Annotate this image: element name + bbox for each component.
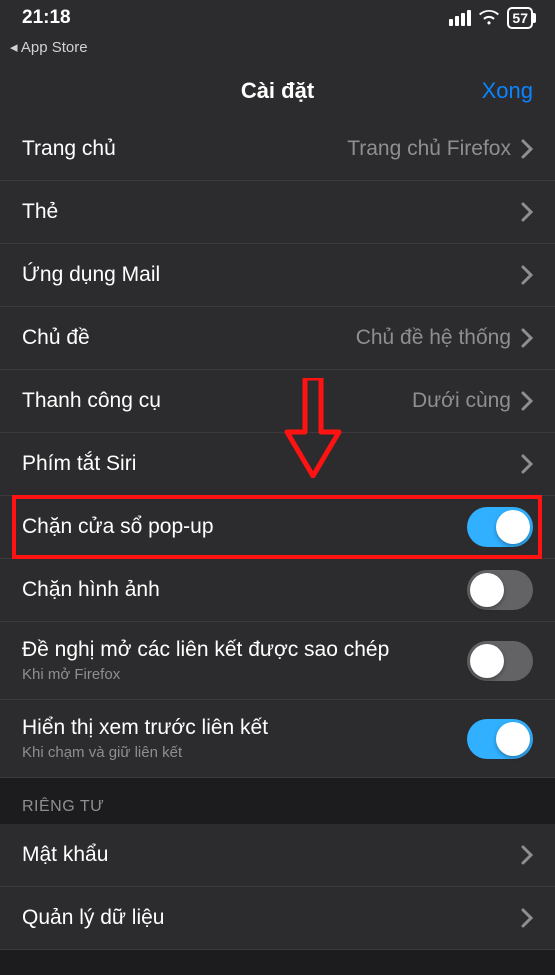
row-label: Hiển thị xem trước liên kết <box>22 716 268 740</box>
row-value: Dưới cùng <box>412 389 511 413</box>
chevron-right-icon <box>521 454 533 474</box>
row-label: Chặn cửa sổ pop-up <box>22 515 214 539</box>
row-passwords[interactable]: Mật khẩu <box>0 824 555 887</box>
status-time: 21:18 <box>22 7 71 29</box>
row-value: Chủ đề hệ thống <box>356 326 511 350</box>
status-indicators: 57 <box>449 7 533 29</box>
row-label: Mật khẩu <box>22 843 108 867</box>
chevron-right-icon <box>521 391 533 411</box>
toggle-link-preview[interactable] <box>467 719 533 759</box>
row-label: Thẻ <box>22 200 58 224</box>
battery-icon: 57 <box>507 7 533 29</box>
chevron-right-icon <box>521 202 533 222</box>
page-title: Cài đặt <box>241 78 314 104</box>
row-label: Chủ đề <box>22 326 90 350</box>
row-data-management[interactable]: Quản lý dữ liệu <box>0 887 555 950</box>
row-tabs[interactable]: Thẻ <box>0 181 555 244</box>
toggle-block-popups[interactable] <box>467 507 533 547</box>
row-sublabel: Khi chạm và giữ liên kết <box>22 744 268 761</box>
row-sublabel: Khi mở Firefox <box>22 666 389 683</box>
row-label: Chặn hình ảnh <box>22 578 160 602</box>
row-label: Quản lý dữ liệu <box>22 906 164 930</box>
row-label: Thanh công cụ <box>22 389 161 413</box>
toggle-open-copied-links[interactable] <box>467 641 533 681</box>
chevron-right-icon <box>521 265 533 285</box>
status-bar: 21:18 57 <box>0 0 555 36</box>
row-open-copied-links: Đề nghị mở các liên kết được sao chép Kh… <box>0 622 555 700</box>
row-theme[interactable]: Chủ đề Chủ đề hệ thống <box>0 307 555 370</box>
row-mail-app[interactable]: Ứng dụng Mail <box>0 244 555 307</box>
row-label: Ứng dụng Mail <box>22 263 160 287</box>
settings-list: Trang chủ Trang chủ Firefox Thẻ Ứng dụng… <box>0 118 555 950</box>
row-block-popups: Chặn cửa sổ pop-up <box>0 496 555 559</box>
done-button[interactable]: Xong <box>482 78 533 104</box>
row-homepage[interactable]: Trang chủ Trang chủ Firefox <box>0 118 555 181</box>
row-block-images: Chặn hình ảnh <box>0 559 555 622</box>
row-value: Trang chủ Firefox <box>347 137 511 161</box>
row-siri-shortcuts[interactable]: Phím tắt Siri <box>0 433 555 496</box>
row-label: Đề nghị mở các liên kết được sao chép <box>22 638 389 662</box>
section-header-privacy: RIÊNG TƯ <box>0 778 555 824</box>
row-toolbar[interactable]: Thanh công cụ Dưới cùng <box>0 370 555 433</box>
chevron-right-icon <box>521 139 533 159</box>
chevron-right-icon <box>521 845 533 865</box>
back-to-app-link[interactable]: ◂ App Store <box>0 36 555 64</box>
cellular-icon <box>449 10 471 26</box>
row-label: Trang chủ <box>22 137 116 161</box>
navigation-header: Cài đặt Xong <box>0 64 555 118</box>
chevron-right-icon <box>521 328 533 348</box>
wifi-icon <box>479 10 499 26</box>
row-link-preview: Hiển thị xem trước liên kết Khi chạm và … <box>0 700 555 778</box>
chevron-right-icon <box>521 908 533 928</box>
toggle-block-images[interactable] <box>467 570 533 610</box>
row-label: Phím tắt Siri <box>22 452 136 476</box>
